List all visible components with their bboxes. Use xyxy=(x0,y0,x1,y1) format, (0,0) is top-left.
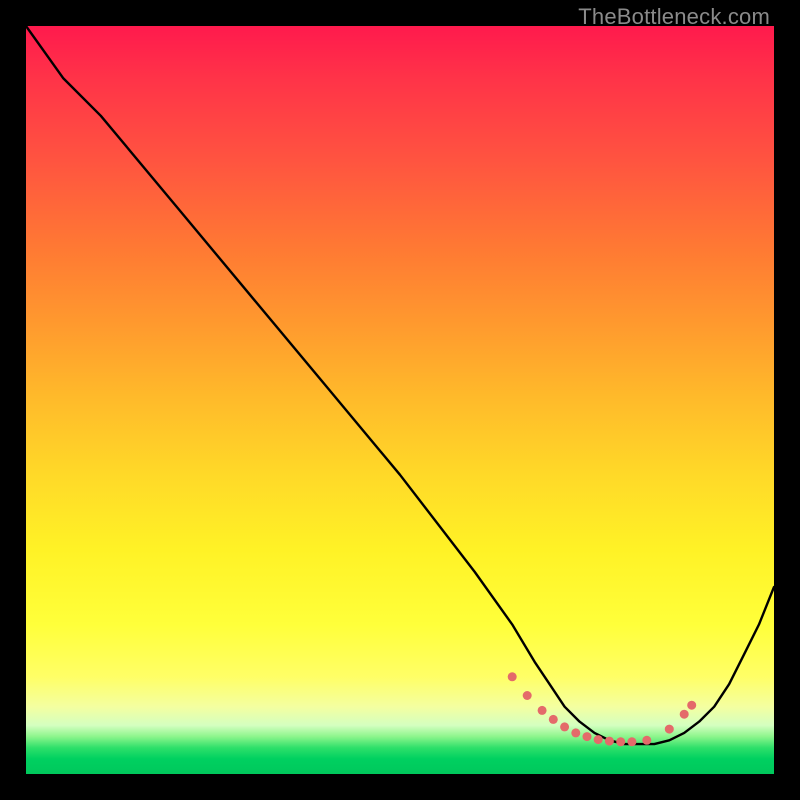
marker-dot xyxy=(508,672,517,681)
watermark-text: TheBottleneck.com xyxy=(578,4,770,30)
marker-dot xyxy=(616,737,625,746)
marker-dot xyxy=(680,710,689,719)
marker-dot xyxy=(594,735,603,744)
marker-dot xyxy=(627,737,636,746)
marker-group xyxy=(508,672,697,746)
marker-dot xyxy=(560,722,569,731)
chart-frame: TheBottleneck.com xyxy=(0,0,800,800)
marker-dot xyxy=(687,701,696,710)
marker-dot xyxy=(538,706,547,715)
marker-dot xyxy=(523,691,532,700)
plot-area xyxy=(26,26,774,774)
marker-dot xyxy=(583,732,592,741)
curve-svg xyxy=(26,26,774,774)
marker-dot xyxy=(605,737,614,746)
marker-dot xyxy=(571,728,580,737)
curve-path xyxy=(26,26,774,744)
marker-dot xyxy=(549,715,558,724)
marker-dot xyxy=(642,736,651,745)
marker-dot xyxy=(665,725,674,734)
